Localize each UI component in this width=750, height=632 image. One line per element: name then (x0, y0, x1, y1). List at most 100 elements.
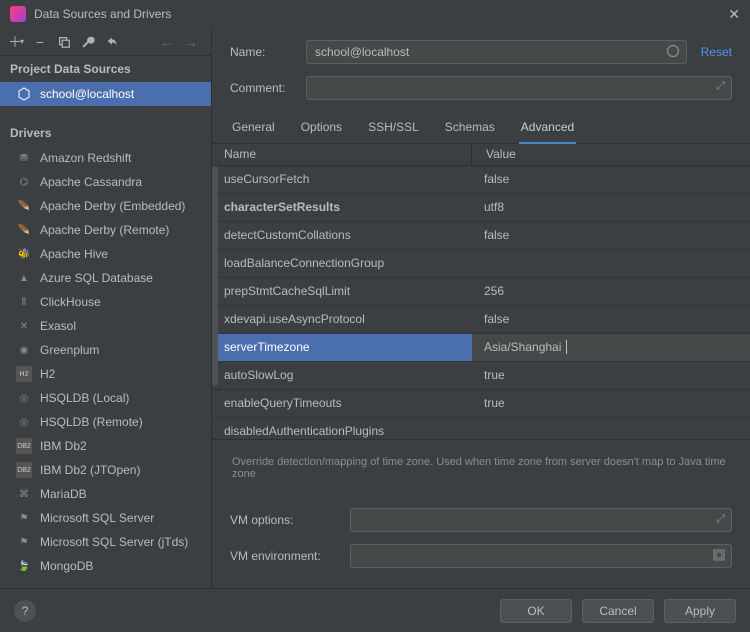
tab-general[interactable]: General (230, 114, 277, 144)
driver-item[interactable]: 🐝Apache Hive (0, 242, 211, 266)
driver-item[interactable]: ◎HSQLDB (Local) (0, 386, 211, 410)
table-row[interactable]: xdevapi.useAsyncProtocolfalse (212, 306, 750, 334)
tab-ssh-ssl[interactable]: SSH/SSL (366, 114, 421, 144)
driver-item[interactable]: ⌬Apache Cassandra (0, 170, 211, 194)
properties-table: Name Value useCursorFetchfalsecharacterS… (212, 144, 750, 440)
titlebar: Data Sources and Drivers ✕ (0, 0, 750, 28)
expand-comment-icon[interactable]: ⤢ (716, 80, 725, 93)
driver-icon: ⌘ (16, 486, 32, 502)
sidebar-toolbar: ＋▾ − ← → (0, 28, 211, 56)
driver-item[interactable]: 🍃MongoDB (0, 554, 211, 578)
add-icon[interactable]: ＋▾ (6, 32, 26, 52)
vm-options-input[interactable]: ⤢ (350, 508, 732, 532)
driver-label: Microsoft SQL Server (40, 511, 154, 525)
driver-item[interactable]: ▲Azure SQL Database (0, 266, 211, 290)
driver-icon: ◉ (16, 342, 32, 358)
cancel-button[interactable]: Cancel (582, 599, 654, 623)
property-name: enableQueryTimeouts (212, 390, 472, 417)
table-body: useCursorFetchfalsecharacterSetResultsut… (212, 166, 750, 440)
driver-item[interactable]: H2H2 (0, 362, 211, 386)
table-scrollbar[interactable] (212, 166, 218, 386)
driver-label: MariaDB (40, 487, 87, 501)
driver-label: HSQLDB (Remote) (40, 415, 143, 429)
driver-label: Microsoft SQL Server (jTds) (40, 535, 188, 549)
comment-input[interactable]: ⤢ (306, 76, 732, 100)
driver-item[interactable]: ◉Greenplum (0, 338, 211, 362)
col-name[interactable]: Name (212, 144, 472, 165)
back-icon[interactable]: ← (157, 32, 177, 52)
property-value[interactable]: 256 (472, 278, 750, 305)
table-row[interactable]: detectCustomCollationsfalse (212, 222, 750, 250)
property-name: serverTimezone (212, 334, 472, 361)
table-row[interactable]: useCursorFetchfalse (212, 166, 750, 194)
driver-icon: ◎ (16, 390, 32, 406)
driver-icon: H2 (16, 366, 32, 382)
property-name: characterSetResults (212, 194, 472, 221)
property-name: useCursorFetch (212, 166, 472, 193)
app-icon (10, 6, 26, 22)
help-button[interactable]: ? (14, 600, 36, 622)
ok-button[interactable]: OK (500, 599, 572, 623)
driver-item[interactable]: ⛃Amazon Redshift (0, 146, 211, 170)
source-item[interactable]: school@localhost (0, 82, 211, 106)
driver-item[interactable]: ⦀ClickHouse (0, 290, 211, 314)
remove-icon[interactable]: − (30, 32, 50, 52)
expand-vm-options-icon[interactable]: ⤢ (716, 513, 725, 526)
table-row[interactable]: characterSetResultsutf8 (212, 194, 750, 222)
property-value[interactable] (472, 418, 750, 440)
driver-item[interactable]: DB2IBM Db2 (JTOpen) (0, 458, 211, 482)
name-row: Name: school@localhost Reset (212, 34, 750, 70)
col-value[interactable]: Value (472, 144, 750, 165)
vm-environment-input[interactable] (350, 544, 732, 568)
driver-item[interactable]: ◎HSQLDB (Remote) (0, 410, 211, 434)
driver-item[interactable]: 🪶Apache Derby (Embedded) (0, 194, 211, 218)
forward-icon[interactable]: → (181, 32, 201, 52)
table-row[interactable]: prepStmtCacheSqlLimit256 (212, 278, 750, 306)
tab-schemas[interactable]: Schemas (443, 114, 497, 144)
rollback-icon[interactable] (102, 32, 122, 52)
property-name: disabledAuthenticationPlugins (212, 418, 472, 440)
driver-item[interactable]: ⚑Microsoft SQL Server (jTds) (0, 530, 211, 554)
property-name: loadBalanceConnectionGroup (212, 250, 472, 277)
property-value[interactable]: Asia/Shanghai (472, 334, 750, 361)
driver-icon: 🪶 (16, 222, 32, 238)
name-input[interactable]: school@localhost (306, 40, 687, 64)
table-row[interactable]: enableQueryTimeoutstrue (212, 390, 750, 418)
driver-label: ClickHouse (40, 295, 101, 309)
table-row[interactable]: autoSlowLogtrue (212, 362, 750, 390)
property-value[interactable]: utf8 (472, 194, 750, 221)
reset-link[interactable]: Reset (701, 45, 732, 59)
property-value[interactable]: false (472, 222, 750, 249)
driver-item[interactable]: ⚑Microsoft SQL Server (0, 506, 211, 530)
property-value[interactable]: false (472, 166, 750, 193)
property-name: autoSlowLog (212, 362, 472, 389)
wrench-icon[interactable] (78, 32, 98, 52)
main-panel: Name: school@localhost Reset Comment: ⤢ … (212, 28, 750, 588)
tab-options[interactable]: Options (299, 114, 344, 144)
hint-text: Override detection/mapping of time zone.… (212, 440, 750, 502)
property-value[interactable]: false (472, 306, 750, 333)
driver-item[interactable]: 🪶 Apache Derby (Remote) (0, 218, 211, 242)
driver-item[interactable]: ✕Exasol (0, 314, 211, 338)
clear-name-icon[interactable] (666, 44, 680, 61)
close-icon[interactable]: ✕ (728, 6, 740, 23)
drivers-tree: ⛃Amazon Redshift⌬Apache Cassandra🪶Apache… (0, 146, 211, 588)
driver-item[interactable]: ⌘ MariaDB (0, 482, 211, 506)
table-row[interactable]: loadBalanceConnectionGroup (212, 250, 750, 278)
driver-label: Apache Derby (Remote) (40, 223, 169, 237)
vm-environment-row: VM environment: (212, 538, 750, 574)
driver-icon: ✕ (16, 318, 32, 334)
copy-icon[interactable] (54, 32, 74, 52)
tab-advanced[interactable]: Advanced (519, 114, 576, 144)
vm-environment-label: VM environment: (230, 549, 350, 563)
property-value[interactable] (472, 250, 750, 277)
table-row[interactable]: serverTimezoneAsia/Shanghai (212, 334, 750, 362)
driver-icon: DB2 (16, 438, 32, 454)
table-row[interactable]: disabledAuthenticationPlugins (212, 418, 750, 440)
driver-item[interactable]: DB2IBM Db2 (0, 434, 211, 458)
property-value[interactable]: true (472, 390, 750, 417)
property-name: xdevapi.useAsyncProtocol (212, 306, 472, 333)
browse-env-icon[interactable] (713, 549, 725, 564)
property-value[interactable]: true (472, 362, 750, 389)
apply-button[interactable]: Apply (664, 599, 736, 623)
